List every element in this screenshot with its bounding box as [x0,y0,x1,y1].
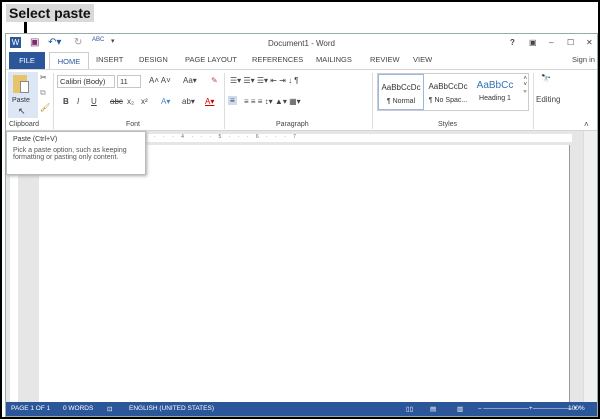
tab-references[interactable]: REFERENCES [252,55,303,64]
font-group-label: Font [126,121,141,128]
vertical-scrollbar[interactable] [583,131,597,403]
paste-label: Paste [12,97,30,104]
close-button[interactable]: ✕ [586,38,593,47]
style-normal[interactable]: AaBbCcDc ¶ Normal [378,74,424,110]
align-left-icon[interactable]: ≡ [228,96,237,105]
paste-tooltip: Paste (Ctrl+V) Pick a paste option, such… [6,131,146,175]
print-layout-icon[interactable]: ▤ [430,405,436,413]
tab-page-layout[interactable]: PAGE LAYOUT [185,55,237,64]
clipboard-group-label: Clipboard [9,121,39,128]
status-bar: PAGE 1 OF 1 0 WORDS ⊡ ENGLISH (UNITED ST… [6,402,597,416]
ribbon-tabs: FILE HOME INSERT DESIGN PAGE LAYOUT REFE… [6,52,597,70]
change-case-icon[interactable]: Aa▾ [183,76,197,85]
style-heading-1[interactable]: AaBbCc Heading 1 [472,74,518,110]
web-layout-icon[interactable]: ▥ [457,405,463,413]
styles-scroll-icon[interactable]: ˄ ˅ ▿ [523,76,527,95]
italic-button[interactable]: I [77,97,79,106]
grow-font-icon[interactable]: A˄ A˅ [149,76,171,85]
read-mode-icon[interactable]: ▯▯ [406,405,413,413]
vertical-ruler[interactable] [10,145,18,403]
minimize-button[interactable]: – [549,38,553,47]
clear-formatting-icon[interactable]: ✎ [211,76,218,85]
word-count[interactable]: 0 WORDS [63,405,93,412]
style-no-spacing[interactable]: AaBbCcDc ¶ No Spac... [425,74,471,110]
mouse-cursor-icon: ↖ [18,106,26,116]
subscript-button[interactable]: x₂ [127,97,134,106]
highlight-icon[interactable]: ab▾ [182,97,195,106]
redo-icon[interactable]: ↻ [74,37,82,48]
tab-file[interactable]: FILE [9,52,45,69]
tab-insert[interactable]: INSERT [96,55,123,64]
document-page[interactable] [39,145,570,403]
paste-button[interactable]: Paste ↖ [8,72,38,118]
cut-icon[interactable]: ✂ [40,73,47,82]
window-title: Document1 - Word [268,39,335,48]
find-icon[interactable]: 🔭 [541,74,551,83]
underline-button[interactable]: U [91,97,97,106]
format-painter-icon[interactable]: 🖌 [40,103,50,112]
paragraph-group-label: Paragraph [276,121,309,128]
word-window: W ▣ ↶▾ ↻ ABC ▾ Document1 - Word ? ▣ – ☐ … [5,33,598,417]
tooltip-title: Paste (Ctrl+V) [13,136,58,143]
tab-mailings[interactable]: MAILINGS [316,55,352,64]
instruction-caption: Select paste [6,4,94,22]
spelling-icon[interactable]: ABC [92,37,104,43]
zoom-slider[interactable]: – ———————+—————— + [478,405,577,412]
font-size-box[interactable]: 11 [117,75,141,88]
font-name-box[interactable]: Calibri (Body) [57,75,115,88]
language[interactable]: ENGLISH (UNITED STATES) [129,405,214,412]
superscript-button[interactable]: x² [141,97,148,106]
bullets-icon[interactable]: ☰▾ ☰▾ ☰▾ ⇤ ⇥ ↓ ¶ [230,76,299,85]
word-logo-icon: W [10,37,21,48]
tab-view[interactable]: VIEW [413,55,432,64]
text-effects-icon[interactable]: A▾ [161,97,170,106]
save-icon[interactable]: ▣ [30,37,39,48]
strikethrough-button[interactable]: abc [110,97,123,106]
page-count[interactable]: PAGE 1 OF 1 [11,405,50,412]
sign-in-link[interactable]: Sign in [572,55,595,64]
tab-review[interactable]: REVIEW [370,55,400,64]
tab-home[interactable]: HOME [49,52,89,70]
help-button[interactable]: ? [510,38,515,47]
styles-group-label: Styles [438,121,458,128]
undo-icon[interactable]: ↶▾ [48,37,61,48]
ribbon: Paste ↖ ✂ ⧉ 🖌 Clipboard Calibri (Body) 1… [6,69,597,131]
title-bar: W ▣ ↶▾ ↻ ABC ▾ Document1 - Word ? ▣ – ☐ … [6,34,597,52]
collapse-ribbon-icon[interactable]: ˄ [584,120,589,129]
copy-icon[interactable]: ⧉ [40,88,46,98]
maximize-button[interactable]: ☐ [567,38,574,47]
align-icons[interactable]: ≡ ≡ ≡ ↕▾ ▲▾ ▦▾ [244,97,301,106]
tooltip-body: Pick a paste option, such as keeping for… [13,147,127,161]
proofing-icon[interactable]: ⊡ [107,405,112,413]
styles-gallery: AaBbCcDc ¶ Normal AaBbCcDc ¶ No Spac... Aa… [377,73,529,111]
paper-icon [20,81,29,93]
bold-button[interactable]: B [63,97,69,106]
ribbon-display-button[interactable]: ▣ [529,38,537,47]
editing-button[interactable]: Editing [536,95,560,104]
customize-toolbar-icon[interactable]: ▾ [111,37,115,45]
tab-design[interactable]: DESIGN [139,55,168,64]
font-color-icon[interactable]: A▾ [205,97,214,106]
zoom-level[interactable]: 100% [568,405,585,412]
